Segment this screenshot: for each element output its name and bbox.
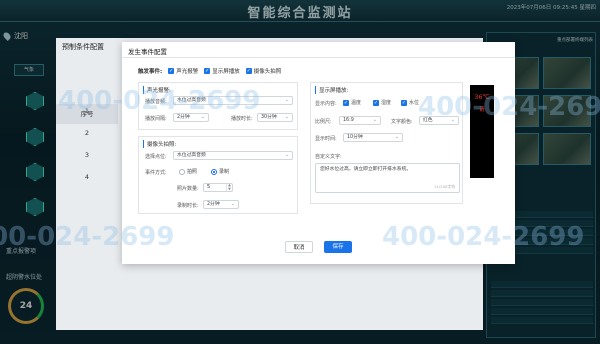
display-time-select[interactable]: 10分钟 ⌄ [343,133,403,142]
sound-light-card: 声光报警: 播放音频: 水位过高音频 ⌄ 播放间隔: 2分钟 ⌄ 播放时长: 3… [138,82,298,130]
chevron-down-icon: ⌄ [284,152,289,158]
preview-warning: 请 [479,107,485,113]
table-row[interactable]: 3 [56,144,118,166]
check-icon: ✓ [245,68,252,74]
table-row[interactable]: 2 [56,122,118,144]
preset-config-title: 预制条件配置 [62,43,104,51]
ratio-label: 比例尺: [315,119,332,125]
chevron-down-icon: ⌄ [200,114,205,120]
title-divider [122,57,515,58]
select-point-label: 选择点位: [145,154,167,160]
play-audio-select[interactable]: 水位过高音频 ⌄ [173,96,293,105]
char-counter: 11/200字符 [434,184,455,189]
radio-selected-icon [211,168,217,175]
chevron-down-icon: ⌄ [450,117,455,123]
display-content-label: 显示内容: [315,101,337,107]
play-interval-label: 播放间隔: [145,116,167,122]
table-row[interactable]: 1 [56,100,118,122]
photo-count-stepper[interactable]: 5 ▲ ▼ [203,183,233,192]
chevron-down-icon: ⌄ [394,134,399,140]
camera-title: 摄像头拍照: [143,140,176,148]
content-temperature-checkbox[interactable]: ✓ 温度 [343,99,361,106]
custom-text-area[interactable]: 您好水位过高，请立即立即打开排水系统。 11/200字符 [315,163,460,193]
content-humidity-checkbox[interactable]: ✓ 湿度 [373,99,391,106]
play-interval-select[interactable]: 2分钟 ⌄ [173,113,209,122]
cancel-button[interactable]: 取消 [285,241,313,253]
photo-count-label: 照片数量: [177,186,199,192]
display-card: 显示屏播放: 显示内容: ✓ 温度 ✓ 湿度 ✓ 水位 比例尺: 16:9 ⌄ … [310,82,463,204]
chevron-down-icon: ⌄ [372,117,377,123]
play-duration-select[interactable]: 30分钟 ⌄ [257,113,293,122]
display-preview: 36℃ 请 [470,85,494,178]
play-audio-label: 播放音频: [145,99,167,105]
preview-temperature: 36℃ [474,93,490,101]
check-icon: ✓ [343,99,349,106]
radio-icon [179,168,185,175]
record-duration-select[interactable]: 2分钟 ⌄ [203,200,239,209]
mode-photo-radio[interactable]: 拍照 [179,168,197,175]
display-title: 显示屏播放: [315,86,348,94]
play-duration-label: 播放时长: [231,116,253,122]
content-water-level-checkbox[interactable]: ✓ 水位 [401,99,419,106]
chevron-down-icon: ⌄ [230,201,235,207]
select-point-select[interactable]: 水位过高音频 ⌄ [173,151,293,160]
trigger-label: 触发事件: [138,69,163,75]
save-button[interactable]: 保存 [324,241,352,253]
event-mode-label: 事件方式: [145,170,167,176]
text-color-label: 文字颜色: [391,119,413,125]
check-icon: ✓ [373,99,379,106]
check-icon: ✓ [401,99,407,106]
stepper-arrows-icon: ▲ ▼ [226,183,232,191]
trigger-sound-light-checkbox[interactable]: ✓ 声光报警 [168,67,198,75]
sound-light-title: 声光报警: [143,86,171,94]
custom-text-label: 自定义文字: [315,154,342,160]
trigger-display-checkbox[interactable]: ✓ 显示屏播放 [204,67,240,75]
modal-title: 发生事件配置 [128,48,167,56]
check-icon: ✓ [168,68,175,74]
camera-card: 摄像头拍照: 选择点位: 水位过高音频 ⌄ 事件方式: 拍照 录制 照片数量: … [138,136,298,214]
trigger-camera-checkbox[interactable]: ✓ 摄像头拍照 [245,67,281,75]
ratio-select[interactable]: 16:9 ⌄ [339,116,381,125]
chevron-down-icon: ⌄ [284,97,289,103]
chevron-down-icon: ⌄ [284,114,289,120]
display-time-label: 显示时间: [315,136,337,142]
table-row[interactable]: 4 [56,166,118,188]
event-config-modal: 发生事件配置 触发事件: ✓ 声光报警 ✓ 显示屏播放 ✓ 摄像头拍照 声光报警… [122,42,515,264]
mode-video-radio[interactable]: 录制 [211,168,229,175]
trigger-events: 触发事件: ✓ 声光报警 ✓ 显示屏播放 ✓ 摄像头拍照 [138,67,281,75]
record-duration-label: 录制时长: [177,203,199,209]
check-icon: ✓ [204,68,211,74]
text-color-select[interactable]: 红色 ⌄ [419,116,459,125]
